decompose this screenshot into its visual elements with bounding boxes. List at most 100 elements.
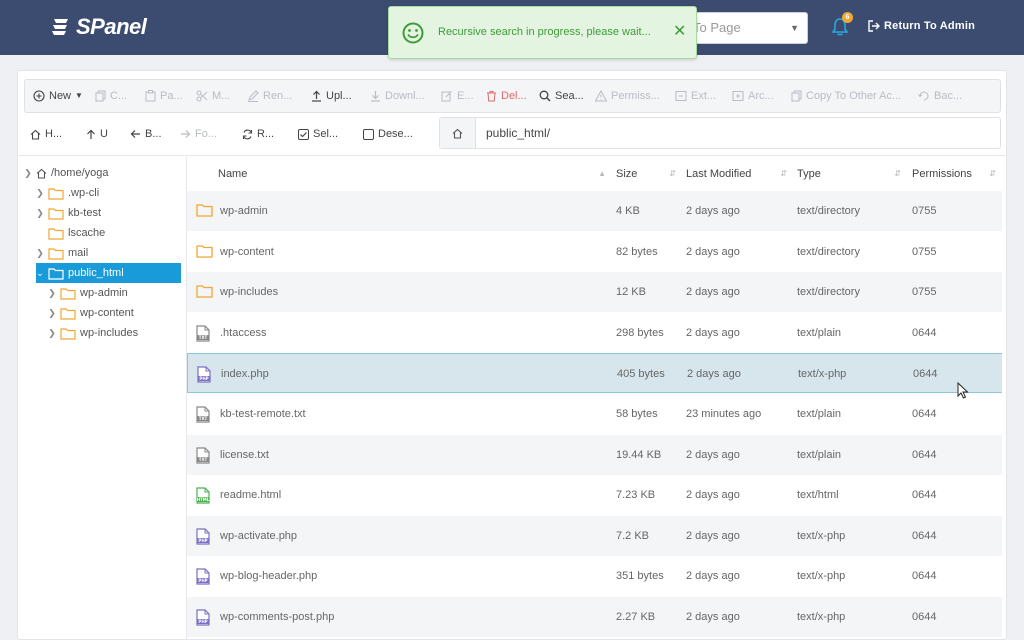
file-name[interactable]: wp-admin — [220, 191, 268, 231]
forward-button[interactable]: Fo... — [180, 117, 217, 151]
column-header-last-modified[interactable]: Last Modified ⇵ — [686, 157, 791, 191]
file-permissions: 0644 — [912, 326, 937, 339]
reload-button[interactable]: R... — [242, 117, 274, 151]
copy-button[interactable]: C... — [95, 80, 127, 112]
file-name[interactable]: wp-activate.php — [220, 516, 297, 556]
logo-text: SPanel — [76, 14, 147, 39]
file-name[interactable]: wp-content — [220, 232, 274, 272]
table-row[interactable]: wp-admin 4 KB 2 days ago text/directory 0755 — [187, 191, 1002, 231]
file-last-modified: 2 days ago — [686, 448, 740, 461]
permissions-label: Permiss... — [611, 90, 660, 102]
column-header-permissions[interactable]: Permissions ⇵ — [912, 157, 1000, 191]
search-button[interactable]: Sea... — [539, 80, 584, 112]
extract-button[interactable]: Ext... — [675, 80, 716, 112]
goto-page-select[interactable]: To Page ▼ — [680, 12, 808, 44]
download-button[interactable]: Downl... — [370, 80, 425, 112]
chevron-right-icon: ❯ — [48, 287, 56, 298]
path-home-button[interactable] — [440, 118, 476, 148]
file-type: text/directory — [797, 245, 860, 258]
search-label: Sea... — [555, 90, 584, 102]
tree-item-label: kb-test — [68, 207, 102, 219]
table-row[interactable]: TXT kb-test-remote.txt 58 bytes 23 minutes … — [187, 394, 1002, 434]
column-header-name[interactable]: Name ▲ — [218, 157, 610, 191]
table-row[interactable]: PHP wp-comments-post.php 2.27 KB 2 days ago… — [187, 597, 1002, 637]
current-path: public_html/ — [486, 126, 551, 140]
file-name[interactable]: wp-includes — [220, 272, 278, 312]
back-button[interactable]: B... — [130, 117, 162, 151]
new-button[interactable]: New ▼ — [33, 80, 83, 112]
file-size: 19.44 KB — [616, 448, 662, 461]
deselect-button[interactable]: Dese... — [363, 117, 413, 151]
tree-item-lscache[interactable]: lscache — [36, 223, 105, 243]
rename-button[interactable]: Ren... — [247, 80, 292, 112]
reload-icon — [242, 129, 253, 139]
up-button[interactable]: U — [86, 117, 108, 151]
svg-text:HTML: HTML — [197, 497, 210, 502]
backup-button[interactable]: Bac... — [918, 80, 962, 112]
file-size: 7.2 KB — [616, 529, 650, 542]
file-name[interactable]: index.php — [221, 354, 269, 394]
table-row[interactable]: TXT .htaccess 298 bytes 2 days ago text/plai… — [187, 313, 1002, 353]
tree-item-wp-includes[interactable]: ❯ wp-includes — [48, 323, 138, 343]
txt-file-icon: TXT — [196, 325, 210, 342]
tree-item-wp-content[interactable]: ❯ wp-content — [48, 303, 134, 323]
move-button[interactable]: M... — [196, 80, 230, 112]
chevron-right-icon: ❯ — [36, 187, 44, 198]
file-permissions: 0755 — [912, 205, 937, 217]
file-name[interactable]: wp-comments-post.php — [220, 597, 334, 637]
upload-button[interactable]: Upl... — [311, 80, 352, 112]
file-size: 351 bytes — [616, 570, 664, 583]
file-type: text/directory — [797, 205, 860, 217]
return-to-admin-button[interactable]: Return To Admin — [868, 20, 975, 32]
file-name[interactable]: license.txt — [220, 435, 269, 475]
file-size: 4 KB — [616, 205, 640, 217]
tree-item-wp-admin[interactable]: ❯ wp-admin — [48, 283, 128, 303]
path-input[interactable]: public_html/ — [439, 117, 1001, 149]
tree-item-wp-cli[interactable]: ❯ .wp-cli — [36, 183, 99, 203]
tree-item-kb-test[interactable]: ❯ kb-test — [36, 203, 101, 223]
folder-icon — [60, 307, 76, 320]
tree-item-public-html[interactable]: ⌄ public_html — [36, 263, 181, 283]
copy-to-other-account-button[interactable]: Copy To Other Ac... — [791, 80, 901, 112]
chevron-down-icon: ▼ — [790, 23, 799, 33]
forward-label: Fo... — [195, 128, 218, 140]
file-last-modified: 2 days ago — [686, 611, 740, 623]
file-name[interactable]: .htaccess — [220, 313, 266, 353]
toast-close-button[interactable]: ✕ — [673, 21, 686, 41]
select-all-button[interactable]: Sel... — [298, 117, 338, 151]
column-header-size[interactable]: Size ⇵ — [616, 157, 680, 191]
column-header-type[interactable]: Type ⇵ — [797, 157, 905, 191]
table-row[interactable]: TXT license.txt 19.44 KB 2 days ago text/pla… — [187, 434, 1002, 475]
file-name[interactable]: kb-test-remote.txt — [220, 394, 306, 434]
file-permissions: 0755 — [912, 245, 937, 258]
file-size: 2.27 KB — [616, 611, 656, 623]
folder-open-icon — [48, 267, 64, 280]
edit-label: E... — [457, 90, 474, 102]
action-toolbar: New ▼ C... Pa... M... Ren... Upl... Down… — [24, 79, 1001, 113]
tree-item-root[interactable]: ❯ /home/yoga — [24, 163, 108, 183]
table-row[interactable]: PHP wp-activate.php 7.2 KB 2 days ago text/x… — [187, 515, 1002, 556]
file-size: 405 bytes — [617, 368, 665, 381]
plus-circle-icon — [33, 90, 45, 102]
tree-item-mail[interactable]: ❯ mail — [36, 243, 88, 263]
edit-button[interactable]: E... — [441, 80, 474, 112]
tree-item-label: lscache — [68, 227, 106, 239]
tree-item-label: .wp-cli — [68, 187, 100, 199]
archive-button[interactable]: Arc... — [732, 80, 774, 112]
table-row[interactable]: HTML readme.html 7.23 KB 2 days ago text/htm… — [187, 475, 1002, 515]
delete-button[interactable]: Del... — [486, 80, 527, 112]
paste-button[interactable]: Pa... — [145, 80, 183, 112]
table-row[interactable]: PHP index.php 405 bytes 2 days ago text/x-ph… — [187, 353, 1002, 394]
file-last-modified: 2 days ago — [686, 245, 740, 258]
spanel-logo[interactable]: SPanel — [50, 14, 147, 40]
svg-text:TXT: TXT — [199, 416, 208, 421]
home-button[interactable]: H... — [30, 117, 62, 151]
deselect-label: Dese... — [378, 128, 413, 140]
permissions-button[interactable]: Permiss... — [595, 80, 660, 112]
table-row[interactable]: PHP wp-blog-header.php 351 bytes 2 days ago… — [187, 556, 1002, 596]
table-row[interactable]: wp-content 82 bytes 2 days ago text/directo… — [187, 232, 1002, 272]
file-name[interactable]: readme.html — [220, 475, 281, 515]
table-row[interactable]: wp-includes 12 KB 2 days ago text/directory… — [187, 272, 1002, 313]
folder-icon — [196, 204, 213, 217]
file-name[interactable]: wp-blog-header.php — [220, 556, 317, 596]
